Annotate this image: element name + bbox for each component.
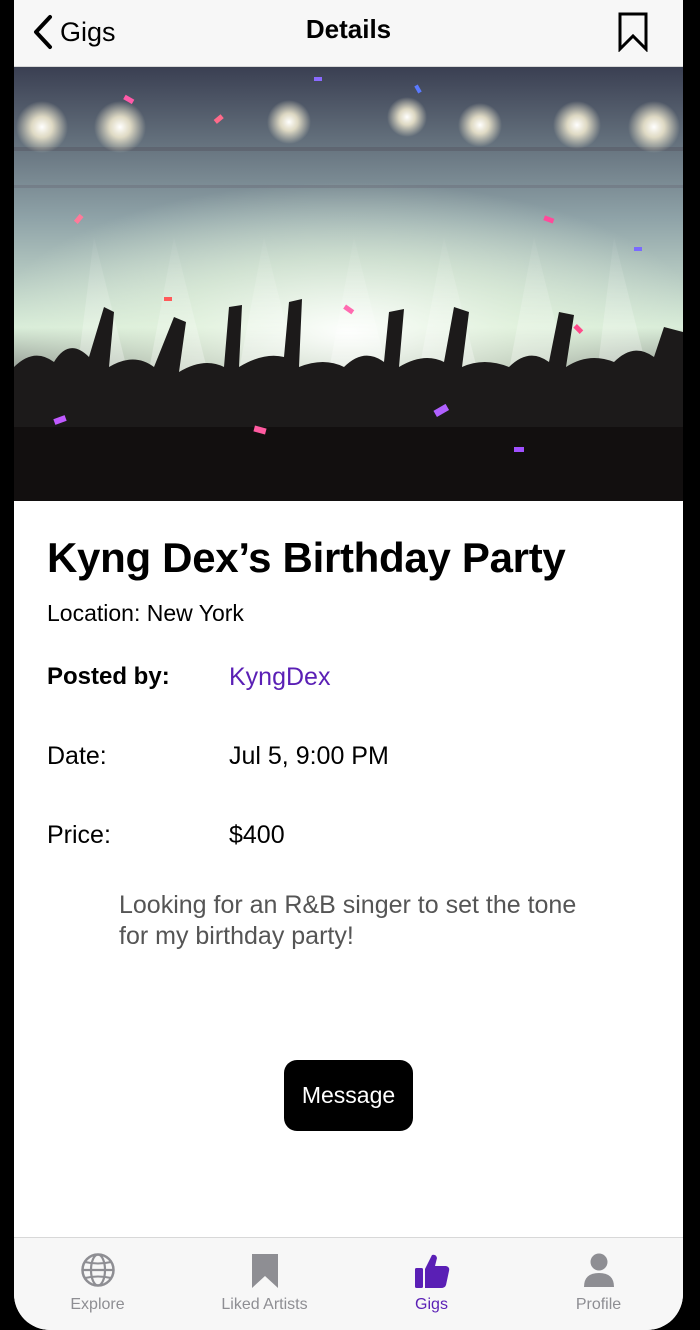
event-description: Looking for an R&B singer to set the ton… xyxy=(119,891,577,950)
posted-by-label: Posted by: xyxy=(47,663,170,690)
price-value: $400 xyxy=(229,821,285,849)
event-image xyxy=(14,67,683,501)
tab-profile[interactable]: Profile xyxy=(515,1238,682,1330)
tab-gigs[interactable]: Gigs xyxy=(348,1238,515,1330)
price-label: Price: xyxy=(47,821,111,849)
thumbs-up-icon xyxy=(414,1254,449,1288)
back-label: Gigs xyxy=(60,16,116,47)
navigation-bar: Gigs Details xyxy=(14,0,683,67)
message-button[interactable]: Message xyxy=(284,1060,413,1131)
tab-label: Explore xyxy=(70,1296,125,1313)
chevron-left-icon xyxy=(34,15,52,49)
app-screen: Gigs Details Kyng Dex’s Birthday Party L… xyxy=(14,0,683,1330)
tab-label: Profile xyxy=(575,1296,622,1313)
globe-icon xyxy=(80,1253,115,1287)
back-button[interactable]: Gigs xyxy=(32,12,116,52)
event-title: Kyng Dex’s Birthday Party xyxy=(47,534,566,581)
tab-liked-artists[interactable]: Liked Artists xyxy=(181,1238,348,1330)
device-frame: Gigs Details Kyng Dex’s Birthday Party L… xyxy=(0,0,700,1330)
poster-profile-link[interactable]: KyngDex xyxy=(229,663,330,692)
bookmark-button[interactable] xyxy=(617,12,649,53)
tab-explore[interactable]: Explore xyxy=(14,1238,181,1330)
event-location: Location: New York xyxy=(47,600,244,626)
bookmark-outline-icon xyxy=(618,12,648,53)
tab-bar: Explore Liked Artists Gigs Profile xyxy=(14,1237,683,1330)
date-label: Date: xyxy=(47,742,107,770)
bookmark-icon xyxy=(251,1254,278,1288)
date-value: Jul 5, 9:00 PM xyxy=(229,742,389,770)
person-icon xyxy=(583,1253,614,1287)
tab-label: Gigs xyxy=(415,1296,448,1313)
tab-label: Liked Artists xyxy=(221,1296,308,1313)
